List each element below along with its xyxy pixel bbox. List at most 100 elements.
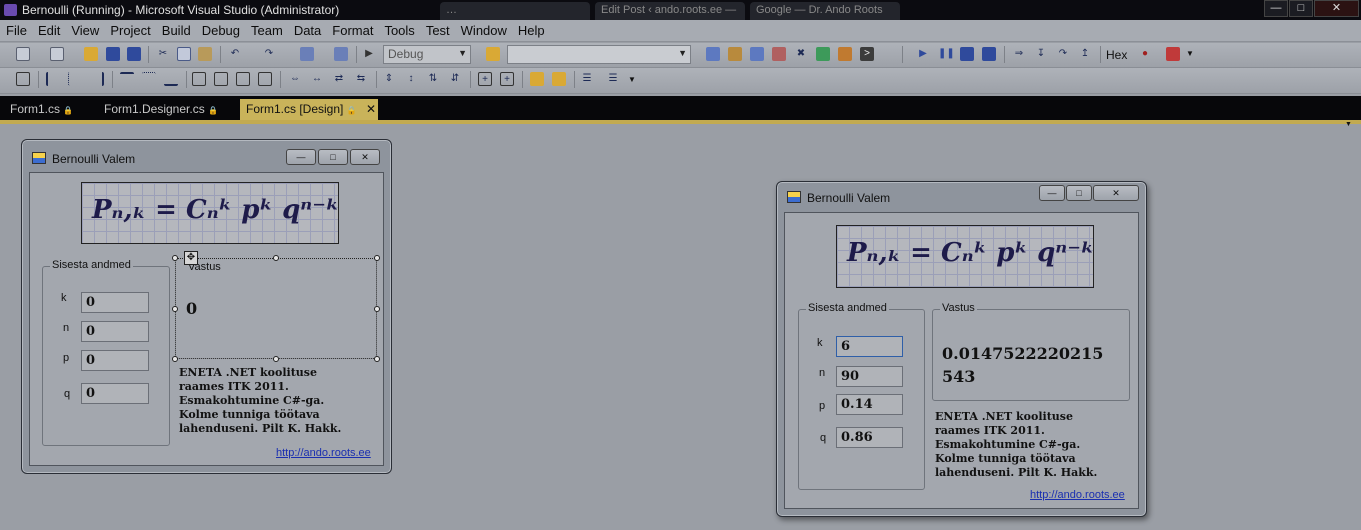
q-input[interactable]: 0.86 xyxy=(836,427,903,448)
homepage-link[interactable]: http://ando.roots.ee xyxy=(1030,489,1125,501)
paste-icon[interactable] xyxy=(198,47,212,61)
bring-to-front-icon[interactable] xyxy=(530,72,544,86)
find-in-files-icon[interactable] xyxy=(486,47,500,61)
toolbox-icon[interactable] xyxy=(772,47,786,61)
close-button[interactable]: ✕ xyxy=(1093,185,1139,201)
save-icon[interactable] xyxy=(106,47,120,61)
output-window-icon[interactable] xyxy=(1166,47,1180,61)
align-bottoms-icon[interactable] xyxy=(164,72,178,86)
new-project-icon[interactable] xyxy=(16,47,30,61)
redo-icon[interactable]: ↷ xyxy=(262,47,276,61)
close-button[interactable]: ✕ xyxy=(350,149,380,165)
resize-handle[interactable] xyxy=(273,356,279,362)
maximize-button[interactable]: □ xyxy=(318,149,348,165)
resize-handle[interactable] xyxy=(374,255,380,261)
menu-debug[interactable]: Debug xyxy=(196,20,245,42)
copy-icon[interactable] xyxy=(177,47,191,61)
design-form-window[interactable]: Bernoulli Valem — □ ✕ Pₙ,ₖ = Cₙᵏ pᵏ qⁿ⁻ᵏ… xyxy=(21,139,392,474)
menu-view[interactable]: View xyxy=(65,20,104,42)
browser-tab[interactable]: Edit Post ‹ ando.roots.ee — xyxy=(595,2,745,20)
move-grip-icon[interactable]: ✥ xyxy=(184,251,198,265)
menu-file[interactable]: File xyxy=(0,20,32,42)
resize-handle[interactable] xyxy=(374,356,380,362)
menu-data[interactable]: Data xyxy=(288,20,326,42)
align-centers-icon[interactable] xyxy=(68,72,82,86)
navigate-forward-icon[interactable] xyxy=(334,47,348,61)
tab-form1-designer-cs[interactable]: Form1.Designer.cs 🔒 xyxy=(98,99,224,120)
v-spacing-equal-icon[interactable]: ⇕ xyxy=(382,72,396,86)
menu-test[interactable]: Test xyxy=(420,20,455,42)
chevron-down-icon[interactable]: ▼ xyxy=(1186,49,1194,58)
minimize-button[interactable]: — xyxy=(1264,0,1288,17)
n-input[interactable]: 90 xyxy=(836,366,903,387)
find-combo[interactable]: ▼ xyxy=(507,45,691,64)
h-spacing-decrease-icon[interactable]: ⇄ xyxy=(332,72,346,86)
solution-config-combo[interactable]: Debug ▼ xyxy=(383,45,471,64)
send-to-back-icon[interactable] xyxy=(552,72,566,86)
maximize-button[interactable]: □ xyxy=(1289,0,1313,17)
answer-groupbox[interactable]: Vastus 0 xyxy=(175,258,377,359)
server-explorer-icon[interactable] xyxy=(816,47,830,61)
class-view-icon[interactable] xyxy=(838,47,852,61)
h-spacing-equal-icon[interactable]: ⇔ xyxy=(288,72,302,86)
start-debugging-icon[interactable]: ▶ xyxy=(362,47,376,61)
object-browser-icon[interactable] xyxy=(750,47,764,61)
browser-tab[interactable]: … xyxy=(440,2,590,20)
menu-project[interactable]: Project xyxy=(104,20,155,42)
k-input[interactable]: 0 xyxy=(81,292,149,313)
properties-icon[interactable] xyxy=(728,47,742,61)
minimize-button[interactable]: — xyxy=(286,149,316,165)
running-form-window[interactable]: Bernoulli Valem — □ ✕ Pₙ,ₖ = Cₙᵏ pᵏ qⁿ⁻ᵏ… xyxy=(776,181,1147,517)
align-rights-icon[interactable] xyxy=(90,72,104,86)
menu-format[interactable]: Format xyxy=(326,20,378,42)
p-input[interactable]: 0.14 xyxy=(836,394,903,415)
undo-icon[interactable]: ↶ xyxy=(228,47,242,61)
add-item-icon[interactable] xyxy=(50,47,64,61)
show-next-statement-icon[interactable]: ⇒ xyxy=(1012,47,1026,61)
make-same-width-icon[interactable] xyxy=(192,72,206,86)
align-tops-icon[interactable] xyxy=(120,72,134,86)
menu-tools[interactable]: Tools xyxy=(378,20,419,42)
step-over-icon[interactable]: ↷ xyxy=(1056,47,1070,61)
tab-form1-cs[interactable]: Form1.cs 🔒 xyxy=(4,99,79,120)
hex-display-button[interactable]: Hex xyxy=(1106,48,1127,62)
h-spacing-remove-icon[interactable]: ⇆ xyxy=(354,72,368,86)
close-button[interactable]: ✕ xyxy=(1314,0,1359,17)
homepage-link[interactable]: http://ando.roots.ee xyxy=(276,447,371,459)
v-spacing-decrease-icon[interactable]: ⇅ xyxy=(426,72,440,86)
layout-options-icon[interactable]: ☰ xyxy=(606,72,620,86)
tools-icon[interactable]: ✖ xyxy=(794,47,808,61)
resize-handle[interactable] xyxy=(374,306,380,312)
menu-team[interactable]: Team xyxy=(245,20,288,42)
chevron-down-icon[interactable]: ▼ xyxy=(628,75,636,84)
make-same-size-icon[interactable] xyxy=(258,72,272,86)
v-spacing-remove-icon[interactable]: ⇵ xyxy=(448,72,462,86)
resize-handle[interactable] xyxy=(172,306,178,312)
navigate-backward-icon[interactable] xyxy=(300,47,314,61)
resize-handle[interactable] xyxy=(172,255,178,261)
cut-icon[interactable]: ✂ xyxy=(156,47,170,61)
solution-explorer-icon[interactable] xyxy=(706,47,720,61)
resize-handle[interactable] xyxy=(172,356,178,362)
align-middles-icon[interactable] xyxy=(142,72,156,86)
open-file-icon[interactable] xyxy=(84,47,98,61)
align-lefts-icon[interactable] xyxy=(46,72,60,86)
p-input[interactable]: 0 xyxy=(81,350,149,371)
continue-icon[interactable]: ▶ xyxy=(916,47,930,61)
chevron-down-icon[interactable]: ▼ xyxy=(1345,121,1352,128)
menu-edit[interactable]: Edit xyxy=(32,20,65,42)
step-into-icon[interactable]: ↧ xyxy=(1034,47,1048,61)
v-spacing-increase-icon[interactable]: ↕ xyxy=(404,72,418,86)
menu-help[interactable]: Help xyxy=(512,20,550,42)
resize-handle[interactable] xyxy=(273,255,279,261)
menu-window[interactable]: Window xyxy=(455,20,512,42)
tab-form1-design[interactable]: Form1.cs [Design] 🔒 ✕ xyxy=(240,99,378,120)
h-spacing-increase-icon[interactable]: ↔ xyxy=(310,72,324,86)
break-all-icon[interactable]: ❚❚ xyxy=(938,47,955,61)
center-vertically-icon[interactable]: + xyxy=(500,72,514,86)
align-to-grid-icon[interactable] xyxy=(16,72,30,86)
browser-tab[interactable]: Google — Dr. Ando Roots xyxy=(750,2,900,20)
save-all-icon[interactable] xyxy=(127,47,141,61)
size-to-grid-icon[interactable] xyxy=(214,72,228,86)
step-out-icon[interactable]: ↥ xyxy=(1078,47,1092,61)
